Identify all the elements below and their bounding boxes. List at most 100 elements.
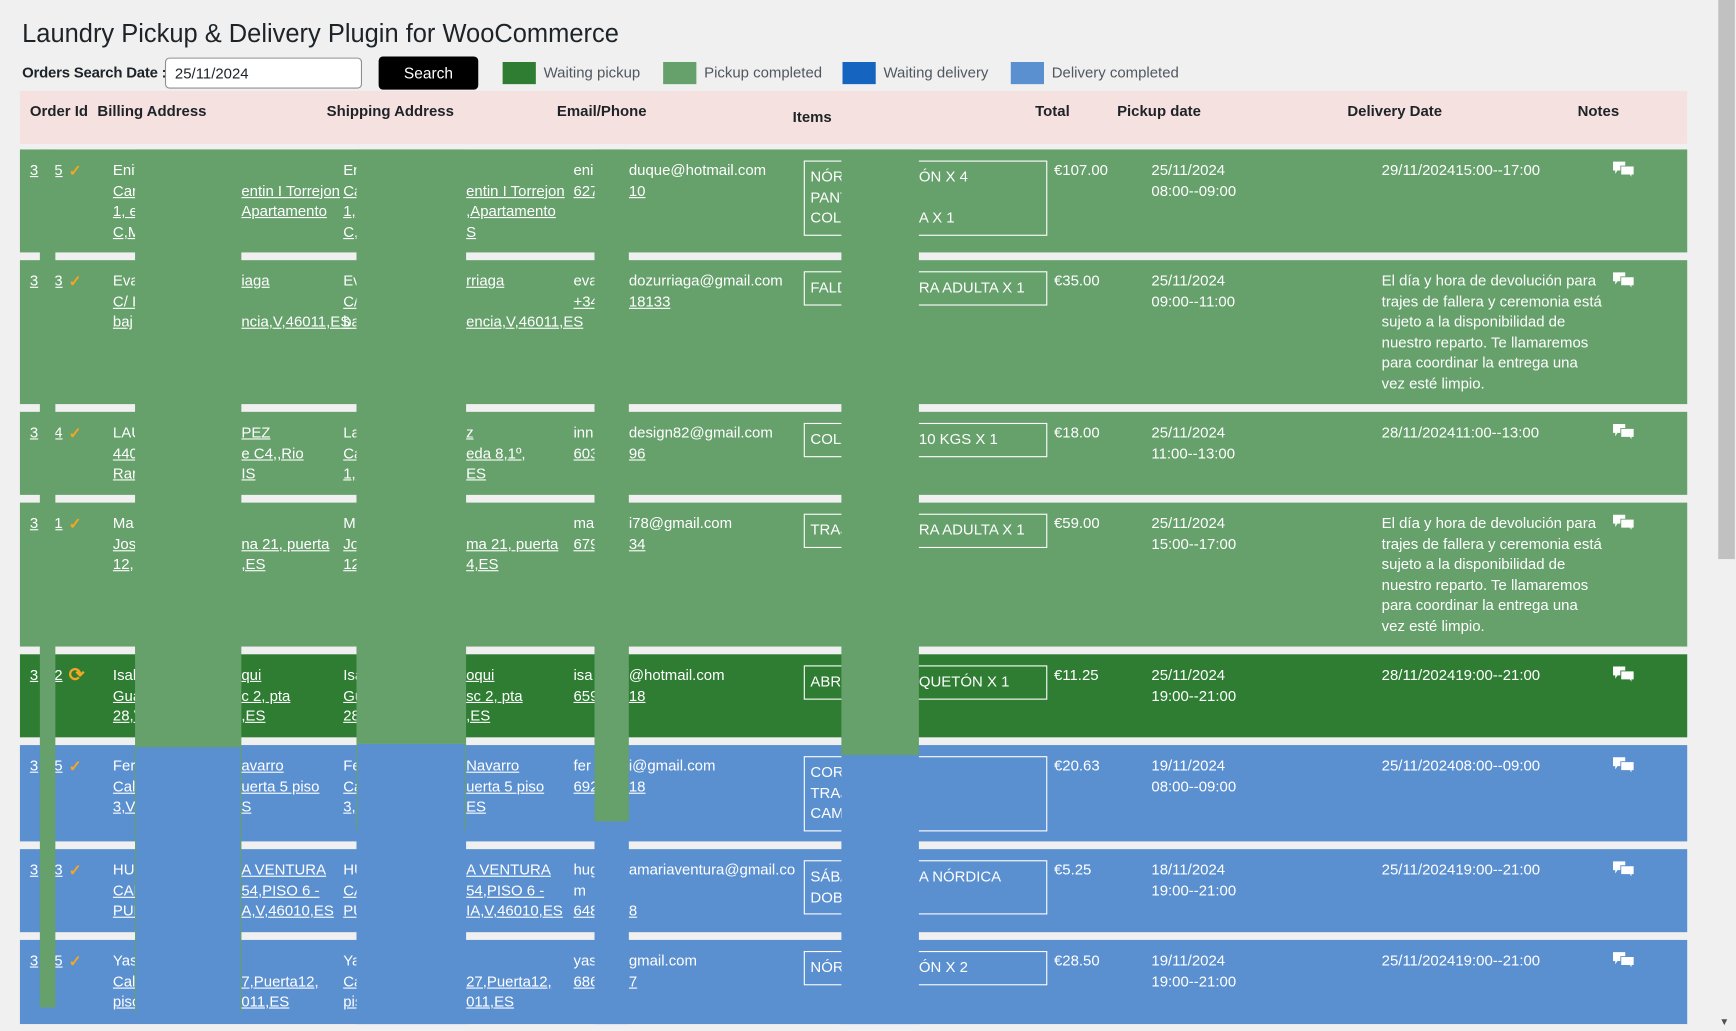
order-number-link[interactable]: 3 bbox=[54, 860, 62, 881]
billing-address-cont-line[interactable]: IS bbox=[241, 464, 303, 485]
billing-address-cont-line[interactable]: Apartamento bbox=[241, 202, 340, 223]
notes-chat-icon[interactable] bbox=[1612, 665, 1636, 691]
items-list-cont-line: RA ADULTA X 1 bbox=[918, 521, 1025, 539]
shipping-address-cont-line[interactable]: 54,PISO 6 - bbox=[466, 881, 563, 902]
email-phone-cont-line[interactable]: 34 bbox=[629, 534, 732, 555]
billing-address-cont-line[interactable]: S bbox=[241, 797, 319, 818]
notes-chat-icon[interactable] bbox=[1612, 271, 1636, 297]
email-phone-cont-line[interactable]: 8 bbox=[629, 901, 795, 922]
pickup-date-line: 25/11/2024 bbox=[1151, 161, 1226, 179]
billing-address-cont-line[interactable] bbox=[241, 514, 329, 535]
shipping-address-cont-line[interactable]: IA,V,46010,ES bbox=[466, 901, 563, 922]
pickup-date-line: 19/11/2024 bbox=[1151, 757, 1226, 774]
items-list-line: NÓR bbox=[810, 958, 844, 976]
billing-address-cont-line[interactable]: ncia,V,46011,ES bbox=[241, 312, 350, 333]
items-list-cont: A NÓRDICA bbox=[919, 867, 1001, 888]
order-id-link[interactable]: 3 bbox=[30, 756, 38, 777]
shipping-address-cont-line[interactable]: ES bbox=[466, 464, 525, 485]
shipping-address-cont-line[interactable]: encia,V,46011,ES bbox=[466, 312, 583, 333]
billing-address-cont-line[interactable]: e C4,,Rio bbox=[241, 443, 303, 464]
search-date-input[interactable] bbox=[164, 57, 363, 89]
shipping-address-cont: 27,Puerta12, 011,ES bbox=[466, 951, 552, 1013]
order-number-link[interactable]: 3 bbox=[54, 271, 62, 292]
shipping-address-cont-line[interactable] bbox=[466, 161, 565, 182]
shipping-address-cont-line[interactable]: 4,ES bbox=[466, 555, 558, 576]
billing-address-cont-line[interactable] bbox=[241, 292, 350, 313]
email-phone-cont-line[interactable]: 18 bbox=[629, 686, 725, 707]
shipping-address-cont-line[interactable]: entin I Torrejon bbox=[466, 181, 565, 202]
order-id-link[interactable]: 3 bbox=[30, 423, 38, 444]
notes-chat-icon[interactable] bbox=[1612, 951, 1636, 977]
email-phone-cont-line[interactable]: 18 bbox=[629, 777, 716, 798]
shipping-address-cont-line[interactable]: ,Apartamento bbox=[466, 202, 565, 223]
shipping-address-cont-line[interactable]: ma 21, puerta bbox=[466, 534, 558, 555]
delivery-date: 25/11/202419:00--21:00 bbox=[1381, 861, 1541, 878]
pickup-date: 19/11/2024 08:00--09:00 bbox=[1151, 756, 1236, 797]
notes-chat-icon[interactable] bbox=[1612, 423, 1636, 449]
billing-address-cont-line[interactable]: A VENTURA bbox=[241, 860, 334, 881]
email-phone-cont-line bbox=[629, 881, 795, 902]
order-id-link[interactable]: 3 bbox=[30, 161, 38, 182]
notes-chat-icon[interactable] bbox=[1612, 514, 1636, 540]
order-id-link[interactable]: 3 bbox=[30, 665, 38, 686]
shipping-address-cont-line[interactable]: A VENTURA bbox=[466, 860, 563, 881]
scrollbar-thumb[interactable] bbox=[1718, 0, 1735, 560]
email-phone-cont-line[interactable]: 96 bbox=[629, 443, 773, 464]
notes-chat-icon[interactable] bbox=[1612, 161, 1636, 187]
shipping-address-cont-line[interactable]: uerta 5 piso bbox=[466, 777, 544, 798]
billing-address-cont-line[interactable]: na 21, puerta bbox=[241, 534, 329, 555]
shipping-address-cont-line[interactable]: ,ES bbox=[466, 707, 522, 728]
search-button[interactable]: Search bbox=[378, 56, 479, 90]
billing-address-cont-line[interactable] bbox=[241, 951, 318, 972]
billing-address-cont-line[interactable]: c 2, pta bbox=[241, 686, 290, 707]
billing-address-cont-line[interactable]: 54,PISO 6 - bbox=[241, 881, 334, 902]
shipping-address-cont-line[interactable]: rriaga bbox=[466, 271, 583, 292]
shipping-address-cont-line[interactable]: 27,Puerta12, bbox=[466, 972, 552, 993]
order-number-link[interactable]: 1 bbox=[54, 514, 62, 535]
shipping-address-cont-line[interactable]: eda 8,1º, bbox=[466, 443, 525, 464]
billing-address-cont-line[interactable] bbox=[241, 161, 340, 182]
email-phone-cont-line[interactable]: 18133 bbox=[629, 292, 783, 313]
page-title: Laundry Pickup & Delivery Plugin for Woo… bbox=[22, 18, 619, 48]
column-header-delivery-date: Delivery Date bbox=[1347, 102, 1443, 120]
shipping-address-cont-line[interactable]: sc 2, pta bbox=[466, 686, 522, 707]
order-number-link[interactable]: 4 bbox=[54, 423, 62, 444]
email-phone-cont: amariaventura@gmail.co 8 bbox=[629, 860, 795, 922]
order-id-link[interactable]: 3 bbox=[30, 951, 38, 972]
billing-address-cont-line[interactable]: ,ES bbox=[241, 707, 290, 728]
shipping-address-cont-line[interactable]: oqui bbox=[466, 665, 522, 686]
billing-address-cont-line[interactable]: qui bbox=[241, 665, 290, 686]
shipping-address-cont-line[interactable] bbox=[466, 292, 583, 313]
notes-chat-icon[interactable] bbox=[1612, 756, 1636, 782]
billing-address-cont-line[interactable]: entin I Torrejon bbox=[241, 181, 340, 202]
billing-address-cont-line[interactable]: 011,ES bbox=[241, 992, 318, 1013]
billing-address-cont-line[interactable]: PEZ bbox=[241, 423, 303, 444]
order-number-link[interactable]: 2 bbox=[54, 665, 62, 686]
shipping-address-cont-line[interactable]: ES bbox=[466, 797, 544, 818]
scroll-down-arrow-icon[interactable]: ▼ bbox=[1719, 1016, 1729, 1027]
shipping-address-cont-line[interactable]: 011,ES bbox=[466, 992, 552, 1013]
order-number-link[interactable]: 5 bbox=[54, 161, 62, 182]
order-id-link[interactable]: 3 bbox=[30, 860, 38, 881]
shipping-address-cont-line[interactable]: Navarro bbox=[466, 756, 544, 777]
order-number-link[interactable]: 5 bbox=[54, 756, 62, 777]
order-id-link[interactable]: 3 bbox=[30, 271, 38, 292]
order-id-link[interactable]: 3 bbox=[30, 514, 38, 535]
shipping-address-cont-line[interactable]: S bbox=[466, 222, 565, 243]
shipping-address-cont-line[interactable] bbox=[466, 514, 558, 535]
billing-address-cont-line[interactable]: iaga bbox=[241, 271, 350, 292]
billing-address-cont: A VENTURA 54,PISO 6 - A,V,46010,ES bbox=[241, 860, 334, 922]
email-phone-cont-line[interactable]: 7 bbox=[629, 972, 697, 993]
legend-label-waiting-pickup: Waiting pickup bbox=[543, 64, 641, 81]
billing-address-cont-line[interactable]: 7,Puerta12, bbox=[241, 972, 318, 993]
billing-address-cont-line[interactable]: A,V,46010,ES bbox=[241, 901, 334, 922]
email-phone-cont-line[interactable]: 10 bbox=[629, 181, 766, 202]
order-number-link[interactable]: 5 bbox=[54, 951, 62, 972]
notes-chat-icon[interactable] bbox=[1612, 860, 1636, 886]
billing-address-cont-line[interactable]: avarro bbox=[241, 756, 319, 777]
billing-address-cont-line[interactable]: ,ES bbox=[241, 555, 329, 576]
billing-address-cont-line[interactable]: uerta 5 piso bbox=[241, 777, 319, 798]
shipping-address-cont-line[interactable]: z bbox=[466, 423, 525, 444]
shipping-address-cont-line[interactable] bbox=[466, 951, 552, 972]
billing-address-cont-line[interactable] bbox=[241, 222, 340, 243]
